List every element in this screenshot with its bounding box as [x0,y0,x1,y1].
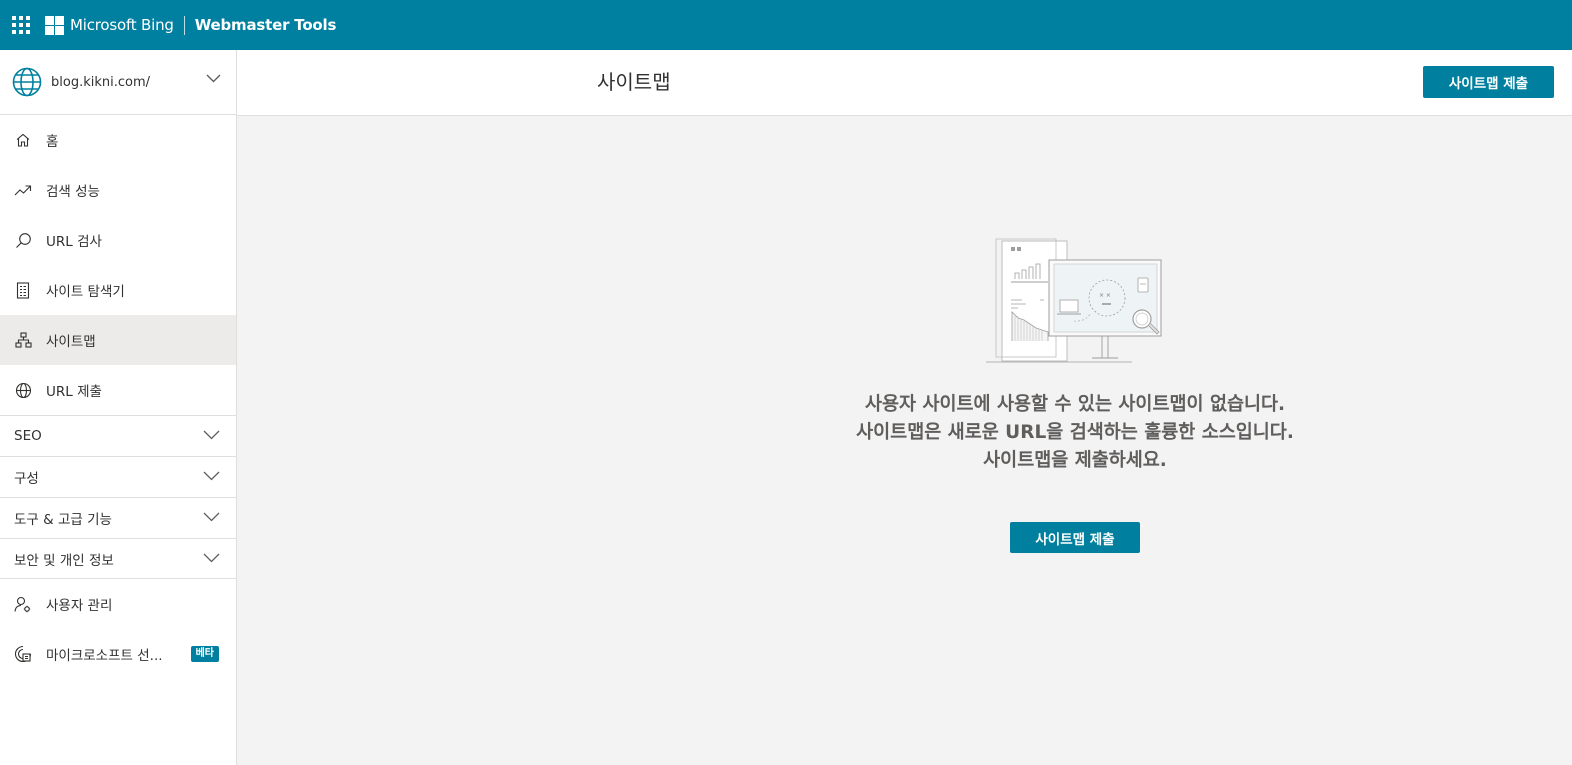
sidebar-item-user-management[interactable]: 사용자 관리 [0,579,236,629]
sidebar-group-seo[interactable]: SEO [0,415,236,456]
sidebar-group-configuration[interactable]: 구성 [0,456,236,497]
sidebar-item-sitemap[interactable]: 사이트맵 [0,315,236,365]
empty-state-message: 사용자 사이트에 사용할 수 있는 사이트맵이 없습니다. 사이트맵은 새로운 … [775,391,1375,475]
globe-icon [14,381,32,399]
sidebar-item-label: 사이트맵 [46,334,96,350]
sidebar-group-tools[interactable]: 도구 & 고급 기능 [0,497,236,538]
document-list-icon [14,281,32,299]
globe-icon [12,67,42,97]
sidebar-group-security-privacy[interactable]: 보안 및 개인 정보 [0,538,236,579]
submit-sitemap-button-center[interactable]: 사이트맵 제출 [1010,522,1140,553]
sidebar-item-search-performance[interactable]: 검색 성능 [0,165,236,215]
chevron-down-icon [203,553,220,563]
beta-badge: 베타 [190,646,219,662]
top-bar: Microsoft Bing Webmaster Tools [0,0,1572,50]
chevron-down-icon [203,471,220,481]
chevron-down-icon [206,74,221,83]
empty-message-line: 사용자 사이트에 사용할 수 있는 사이트맵이 없습니다. [864,394,1286,415]
home-icon [14,131,32,149]
user-settings-icon [14,595,32,613]
product-name[interactable]: Webmaster Tools [195,16,337,34]
empty-message-line: 사이트맵은 새로운 URL을 검색하는 훌륭한 소스입니다. [856,422,1294,443]
sidebar-item-url-inspection[interactable]: URL 검사 [0,215,236,265]
sitemap-icon [14,331,32,349]
site-selector[interactable]: blog.kikni.com/ [0,50,236,115]
sidebar-item-label: 검색 성능 [46,184,100,200]
sidebar-group-label: 보안 및 개인 정보 [14,552,114,569]
sidebar-item-label: 홈 [46,134,59,150]
empty-message-line: 사이트맵을 제출하세요. [983,450,1167,471]
search-icon [14,231,32,249]
sidebar-item-label: 사이트 탐색기 [46,284,125,300]
microsoft-logo-icon [45,15,64,35]
trend-icon [14,181,32,199]
sidebar-group-label: 구성 [14,471,39,487]
clarity-icon [14,645,32,663]
svg-text:× ×: × × [1099,292,1111,299]
sidebar-group-label: 도구 & 고급 기능 [14,512,112,528]
page-header: 사이트맵 사이트맵 제출 [237,50,1572,116]
brand-name[interactable]: Microsoft Bing [70,16,174,34]
waffle-icon[interactable] [12,16,30,34]
sidebar-item-label: 마이크로소프트 선... [46,648,163,664]
main-content: × × 사용자 사이트에 사용할 수 있는 사이트맵이 없습니다. 사이트맵은 … [237,116,1572,765]
sidebar: blog.kikni.com/ 홈 검색 성능 URL 검사 사이트 탐색기 사… [0,50,237,765]
brand-divider [183,15,185,35]
page-title: 사이트맵 [597,70,671,94]
sidebar-item-site-explorer[interactable]: 사이트 탐색기 [0,265,236,315]
sidebar-item-home[interactable]: 홈 [0,115,236,165]
sidebar-item-label: 사용자 관리 [46,598,113,614]
sidebar-item-label: URL 제출 [46,384,102,400]
sidebar-item-microsoft-clarity[interactable]: 마이크로소프트 선... 베타 [0,629,236,679]
sidebar-item-url-submission[interactable]: URL 제출 [0,365,236,415]
chevron-down-icon [203,512,220,522]
submit-sitemap-button[interactable]: 사이트맵 제출 [1423,66,1554,98]
sidebar-item-label: URL 검사 [46,234,102,250]
site-url: blog.kikni.com/ [51,74,150,90]
sidebar-group-label: SEO [14,428,42,444]
empty-state-illustration: × × [986,238,1162,363]
chevron-down-icon [203,430,220,440]
